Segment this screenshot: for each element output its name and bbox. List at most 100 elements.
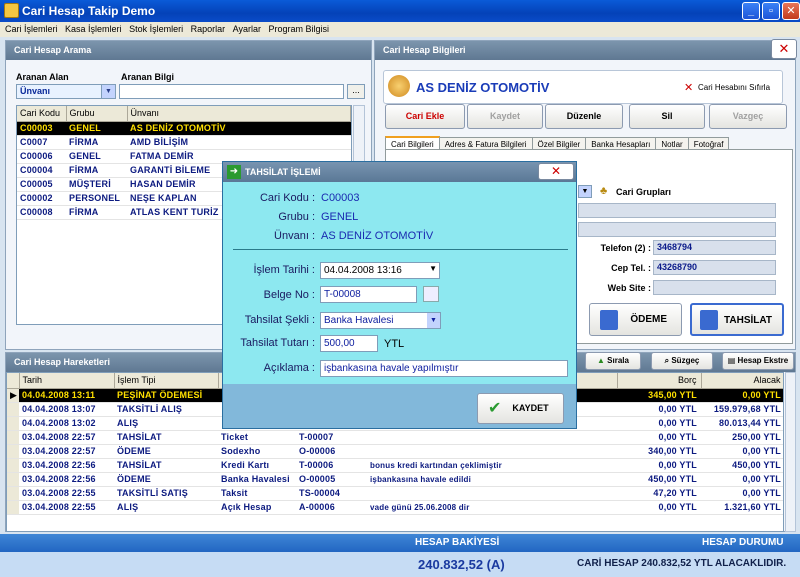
desc-input[interactable]: işbankasına havale yapılmıştır bbox=[320, 360, 568, 377]
web-field[interactable] bbox=[653, 280, 776, 295]
currency-label: YTL bbox=[384, 338, 405, 350]
customer-cell: FİRMA bbox=[66, 135, 127, 150]
dialog-save-button[interactable]: ✔ KAYDET bbox=[477, 393, 564, 424]
date-label: İşlem Tarihi : bbox=[253, 264, 315, 276]
movement-cell: TAHSİLAT bbox=[114, 458, 218, 473]
info-close-button[interactable]: ✕ bbox=[771, 39, 797, 59]
field-label: Aranan Alan bbox=[16, 72, 69, 82]
save-button[interactable]: Kaydet bbox=[467, 104, 543, 129]
tahsilat-label: TAHSİLAT bbox=[724, 315, 772, 326]
movement-cell bbox=[367, 444, 617, 459]
filter-icon: ⌕ bbox=[664, 356, 670, 365]
movement-row[interactable]: 03.04.2008 22:55 TAKSİTLİ SATIŞ Taksit TS-0… bbox=[7, 486, 783, 501]
groups-link[interactable]: Cari Grupları bbox=[616, 187, 671, 197]
movement-row[interactable]: 03.04.2008 22:55 ALIŞ Açık Hesap A-00006 vad… bbox=[7, 500, 783, 515]
col-unvani[interactable]: Ünvanı bbox=[127, 106, 351, 122]
delete-button[interactable]: Sil bbox=[629, 104, 705, 129]
col-grubu[interactable]: Grubu bbox=[66, 106, 128, 122]
movement-cell: 04.04.2008 13:07 bbox=[19, 402, 114, 417]
balance-label: HESAP BAKİYESİ bbox=[415, 537, 500, 548]
company-name: AS DENİZ OTOMOTİV bbox=[416, 80, 550, 95]
col-cari-kodu[interactable]: Cari Kodu bbox=[17, 106, 67, 122]
doc-number-icon[interactable] bbox=[423, 286, 439, 302]
statement-icon: ▤ bbox=[727, 356, 736, 365]
movement-cell: 03.04.2008 22:56 bbox=[19, 472, 114, 487]
customer-cell: GENEL bbox=[66, 149, 127, 164]
menu-raporlar[interactable]: Raporlar bbox=[186, 22, 226, 34]
dialog-title: TAHSİLAT İŞLEMİ bbox=[245, 167, 321, 177]
row-indicator: ▶ bbox=[7, 388, 19, 403]
status-value: CARİ HESAP 240.832,52 YTL ALACAKLIDIR. bbox=[577, 558, 787, 569]
field-blank-2[interactable] bbox=[578, 222, 776, 237]
cell-field[interactable]: 43268790 bbox=[653, 260, 776, 275]
sort-button[interactable]: ▲ Sırala bbox=[585, 352, 641, 370]
col-alacak[interactable]: Alacak bbox=[701, 373, 783, 389]
movement-cell: Taksit bbox=[218, 486, 296, 501]
tahsilat-dialog: ➜ TAHSİLAT İŞLEMİ ✕ Cari Kodu : C00003 G… bbox=[222, 161, 577, 429]
add-customer-button[interactable]: Cari Ekle bbox=[385, 104, 465, 129]
phone2-field[interactable]: 3468794 bbox=[653, 240, 776, 255]
menu-program-bilgisi[interactable]: Program Bilgisi bbox=[264, 22, 330, 34]
movement-row[interactable]: 03.04.2008 22:56 ÖDEME Banka Havalesi O-000… bbox=[7, 472, 783, 487]
movement-row[interactable]: 03.04.2008 22:56 TAHSİLAT Kredi Kartı T-000… bbox=[7, 458, 783, 473]
type-select[interactable]: Banka Havalesi ▼ bbox=[320, 312, 441, 329]
col-islem-tipi[interactable]: İşlem Tipi bbox=[114, 373, 219, 389]
reset-account-link[interactable]: Cari Hesabını Sıfırla bbox=[698, 83, 770, 92]
statement-button[interactable]: ▤ Hesap Ekstre bbox=[722, 352, 794, 370]
movement-cell bbox=[367, 430, 617, 445]
amount-input[interactable]: 500,00 bbox=[320, 335, 378, 352]
row-indicator bbox=[7, 402, 19, 417]
movement-row[interactable]: 03.04.2008 22:57 ÖDEME Sodexho O-00006 340,0… bbox=[7, 444, 783, 459]
search-input[interactable] bbox=[119, 84, 344, 99]
close-window-button[interactable]: ✕ bbox=[782, 2, 800, 20]
movements-scrollbar[interactable] bbox=[785, 372, 796, 532]
edit-button[interactable]: Düzenle bbox=[545, 104, 623, 129]
doc-input[interactable]: T-00008 bbox=[320, 286, 417, 303]
sort-label: Sırala bbox=[607, 356, 629, 365]
group-chevron-down-icon[interactable]: ▼ bbox=[578, 185, 592, 198]
movement-row[interactable]: 03.04.2008 22:57 TAHSİLAT Ticket T-00007 0,0… bbox=[7, 430, 783, 445]
browse-button[interactable]: ... bbox=[347, 84, 365, 99]
movement-cell: A-00006 bbox=[296, 500, 367, 515]
footer-value-bar: 240.832,52 (A) CARİ HESAP 240.832,52 YTL… bbox=[0, 552, 800, 577]
customer-cell: FİRMA bbox=[66, 205, 127, 220]
customer-row[interactable]: C0007 FİRMA AMD BİLİŞİM bbox=[17, 135, 351, 150]
customer-row[interactable]: C00003 GENEL AS DENİZ OTOMOTİV bbox=[17, 121, 351, 136]
movement-cell: 450,00 YTL bbox=[617, 472, 701, 487]
movement-cell: PEŞİNAT ÖDEMESİ bbox=[114, 388, 218, 403]
maximize-button[interactable]: ▫ bbox=[762, 2, 780, 20]
field-select[interactable]: Ünvanı ▼ bbox=[16, 84, 116, 99]
customer-cell: PERSONEL bbox=[66, 191, 127, 206]
code-value: C00003 bbox=[321, 192, 360, 204]
cancel-button[interactable]: Vazgeç bbox=[709, 104, 787, 129]
minimize-button[interactable]: _ bbox=[742, 2, 760, 20]
movement-cell: T-00007 bbox=[296, 430, 367, 445]
col-tarih[interactable]: Tarih bbox=[19, 373, 115, 389]
movement-cell: O-00006 bbox=[296, 444, 367, 459]
menu-cari[interactable]: Cari İşlemleri bbox=[0, 22, 58, 34]
movement-cell: TAKSİTLİ SATIŞ bbox=[114, 486, 218, 501]
dialog-close-button[interactable]: ✕ bbox=[538, 163, 574, 180]
tahsilat-button[interactable]: TAHSİLAT bbox=[690, 303, 784, 336]
chevron-down-icon: ▼ bbox=[429, 264, 437, 273]
movement-cell: Banka Havalesi bbox=[218, 472, 296, 487]
odeme-button[interactable]: ÖDEME bbox=[589, 303, 682, 336]
customer-cell: C00002 bbox=[17, 191, 66, 206]
filter-button[interactable]: ⌕ Süzgeç bbox=[651, 352, 713, 370]
movement-cell: 0,00 YTL bbox=[617, 416, 701, 431]
phone2-label: Telefon (2) : bbox=[600, 243, 651, 253]
menu-stok[interactable]: Stok İşlemleri bbox=[124, 22, 183, 34]
field-blank-1[interactable] bbox=[578, 203, 776, 218]
payment-icon bbox=[600, 310, 618, 330]
movement-cell: 03.04.2008 22:57 bbox=[19, 444, 114, 459]
name-value: AS DENİZ OTOMOTİV bbox=[321, 230, 434, 242]
menu-kasa[interactable]: Kasa İşlemleri bbox=[60, 22, 122, 34]
date-picker[interactable]: 04.04.2008 13:16 ▼ bbox=[320, 262, 440, 279]
sort-icon: ▲ bbox=[597, 356, 605, 365]
movement-cell: 0,00 YTL bbox=[617, 430, 701, 445]
search-panel-header: Cari Hesap Arama bbox=[6, 41, 371, 60]
col-borc[interactable]: Borç bbox=[617, 373, 702, 389]
movement-cell bbox=[367, 486, 617, 501]
menu-ayarlar[interactable]: Ayarlar bbox=[228, 22, 261, 34]
dialog-header: ➜ TAHSİLAT İŞLEMİ ✕ bbox=[223, 162, 576, 182]
